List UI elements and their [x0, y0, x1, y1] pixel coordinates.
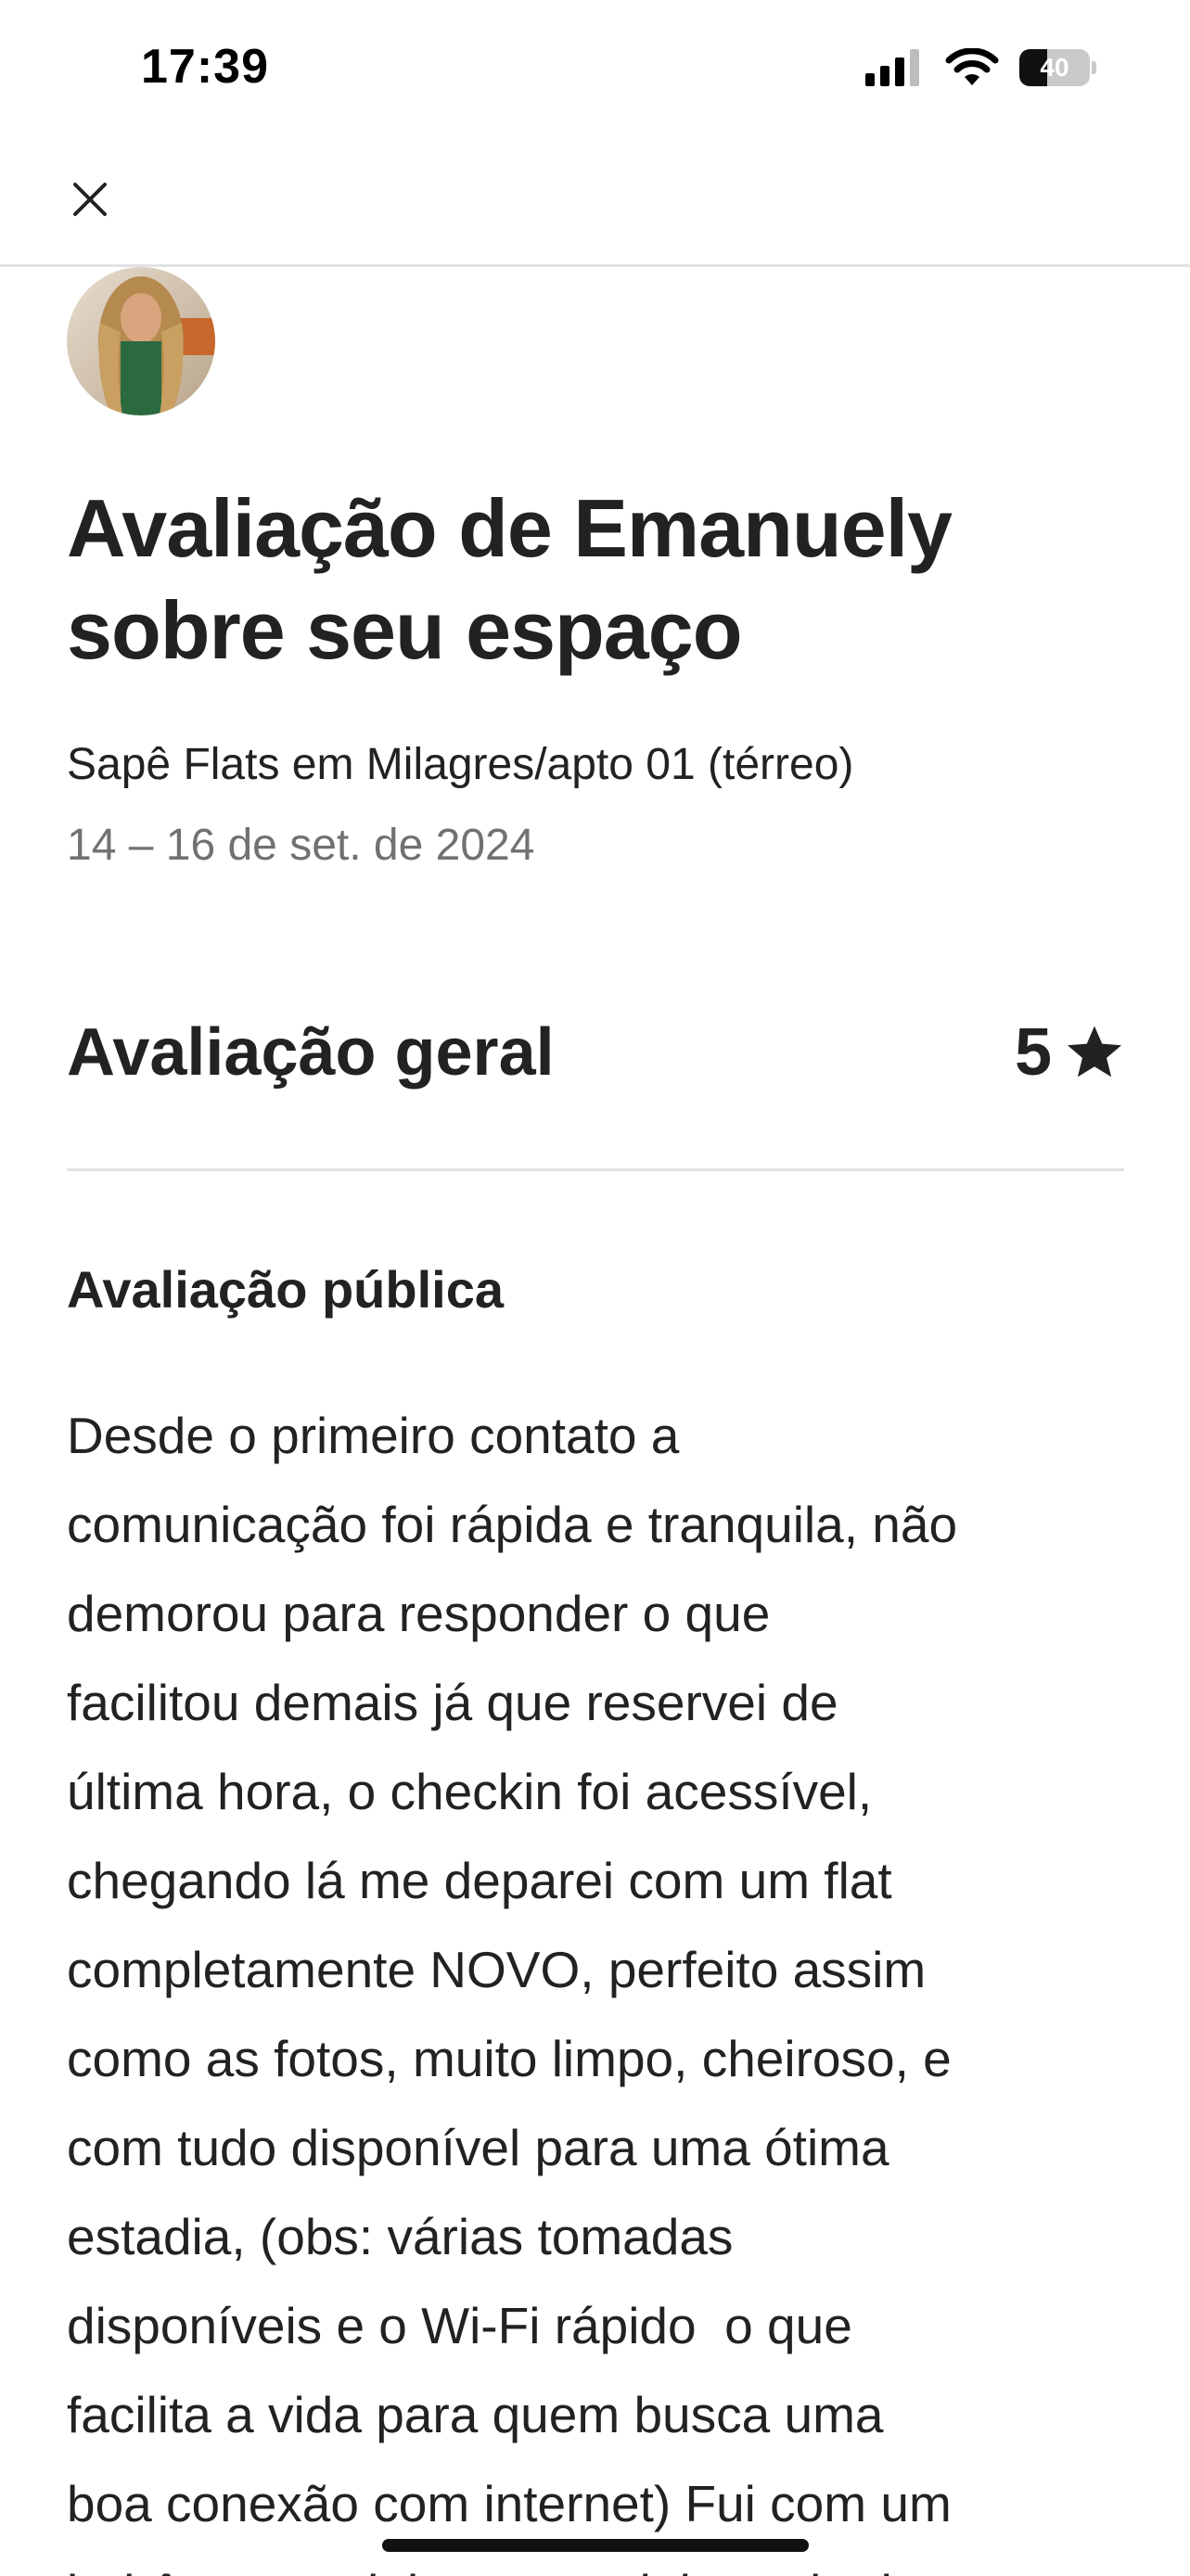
- close-button[interactable]: [58, 167, 122, 232]
- overall-rating-label: Avaliação geral: [67, 1015, 555, 1090]
- review-text-line: bebê e um adolescente, tinha tudo de: [67, 2548, 1143, 2576]
- review-text-line: como as fotos, muito limpo, cheiroso, e: [67, 2030, 952, 2087]
- review-text-line: chegando lá me deparei com um flat: [67, 1852, 892, 1909]
- review-text-line: Desde o primeiro contato a: [67, 1407, 680, 1464]
- review-text-line: estadia, (obs: várias tomadas: [67, 2208, 734, 2265]
- overall-rating: 5: [1015, 1014, 1124, 1090]
- overall-rating-value: 5: [1014, 1015, 1052, 1090]
- review-text-line: disponíveis e o Wi-Fi rápido o que: [67, 2297, 852, 2354]
- overall-rating-row: Avaliação geral 5: [67, 1006, 1124, 1099]
- review-text-line: comunicação foi rápida e tranquila, não: [67, 1496, 958, 1553]
- status-time: 17:39: [141, 40, 269, 94]
- wifi-icon: [945, 48, 999, 85]
- review-text-line: facilita a vida para quem busca uma: [67, 2386, 884, 2443]
- star-icon: [1067, 1026, 1122, 1078]
- battery-icon: 40: [1019, 49, 1097, 86]
- review-text-line: boa conexão com internet) Fui com um: [67, 2475, 952, 2532]
- review-text-line: demorou para responder o que: [67, 1585, 771, 1642]
- review-text-line: facilitou demais já que reservei de: [67, 1674, 838, 1731]
- nav-bar: [0, 139, 1190, 267]
- listing-name: Sapê Flats em Milagres/apto 01 (térreo): [67, 740, 854, 789]
- review-screen: 17:39 40 Avaliação de Emanuely sobre seu…: [0, 0, 1190, 2576]
- status-icons: 40: [865, 48, 1097, 87]
- status-bar: 17:39 40: [0, 0, 1190, 139]
- review-text-line: completamente NOVO, perfeito assim: [67, 1941, 927, 1998]
- public-review-heading: Avaliação pública: [67, 1260, 504, 1319]
- close-icon: [73, 183, 107, 216]
- avatar: [67, 267, 215, 415]
- page-title: Avaliação de Emanuely sobre seu espaço: [67, 482, 953, 676]
- signal-icon: [865, 49, 919, 86]
- review-text-line: com tudo disponível para uma ótima: [67, 2119, 889, 2176]
- avatar-image: [67, 267, 215, 415]
- stay-dates: 14 – 16 de set. de 2024: [67, 821, 535, 870]
- review-text-line: última hora, o checkin foi acessível,: [67, 1763, 873, 1820]
- home-indicator[interactable]: [382, 2539, 809, 2552]
- divider: [67, 1168, 1124, 1171]
- battery-level: 40: [1040, 53, 1069, 82]
- public-review-text: Desde o primeiro contato a comunicação fo…: [67, 1391, 1143, 2576]
